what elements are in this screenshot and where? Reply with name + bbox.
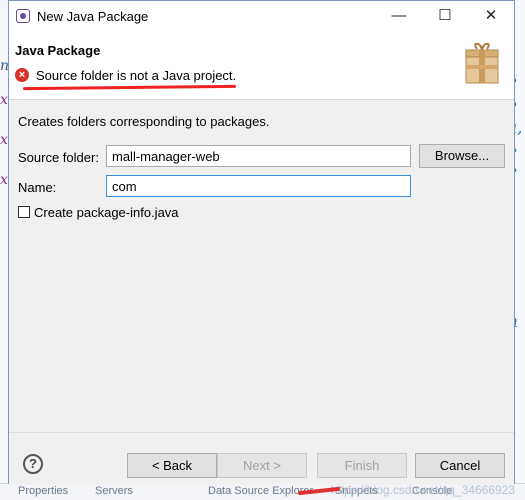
new-java-package-dialog: New Java Package — ☐ ✕ Java Package × So… bbox=[8, 0, 515, 485]
title-bar[interactable]: New Java Package — ☐ ✕ bbox=[9, 1, 514, 31]
error-message: Source folder is not a Java project. bbox=[36, 68, 237, 83]
help-icon[interactable]: ? bbox=[23, 454, 43, 474]
window-title: New Java Package bbox=[37, 9, 149, 24]
wizard-header: Java Package × Source folder is not a Ja… bbox=[9, 31, 514, 100]
maximize-button[interactable]: ☐ bbox=[422, 1, 468, 31]
minimize-button[interactable]: — bbox=[376, 1, 422, 31]
wizard-body: Creates folders corresponding to package… bbox=[9, 100, 514, 432]
cancel-button[interactable]: Cancel bbox=[415, 453, 505, 478]
status-fragment: Servers bbox=[95, 485, 133, 497]
browse-button[interactable]: Browse... bbox=[419, 144, 505, 168]
editor-fragment: x bbox=[0, 132, 8, 148]
annotation-stroke bbox=[22, 84, 237, 91]
editor-fragment: x bbox=[0, 172, 8, 188]
editor-fragment: x bbox=[0, 92, 8, 108]
page-title: Java Package bbox=[15, 43, 101, 58]
back-button[interactable]: < Back bbox=[127, 453, 217, 478]
next-button[interactable]: Next > bbox=[217, 453, 307, 478]
package-icon bbox=[465, 42, 499, 84]
create-package-info-checkbox[interactable] bbox=[18, 206, 30, 218]
status-fragment: Properties bbox=[18, 485, 69, 497]
page-description: Creates folders corresponding to package… bbox=[18, 114, 270, 129]
create-package-info-label[interactable]: Create package-info.java bbox=[34, 205, 179, 220]
error-icon: × bbox=[15, 68, 29, 82]
wizard-footer: ? < Back Next > Finish Cancel bbox=[9, 432, 514, 485]
close-button[interactable]: ✕ bbox=[468, 1, 514, 31]
eclipse-icon bbox=[16, 9, 30, 23]
name-label: Name: bbox=[18, 180, 57, 195]
package-form: Creates folders corresponding to package… bbox=[18, 109, 506, 432]
finish-button[interactable]: Finish bbox=[317, 453, 407, 478]
package-name-input[interactable]: com bbox=[106, 175, 411, 197]
watermark: https://blog.csdn.net/qq_34666923 bbox=[330, 483, 515, 497]
source-folder-input[interactable]: mall-manager-web bbox=[106, 145, 411, 167]
source-folder-label: Source folder: bbox=[18, 150, 99, 165]
